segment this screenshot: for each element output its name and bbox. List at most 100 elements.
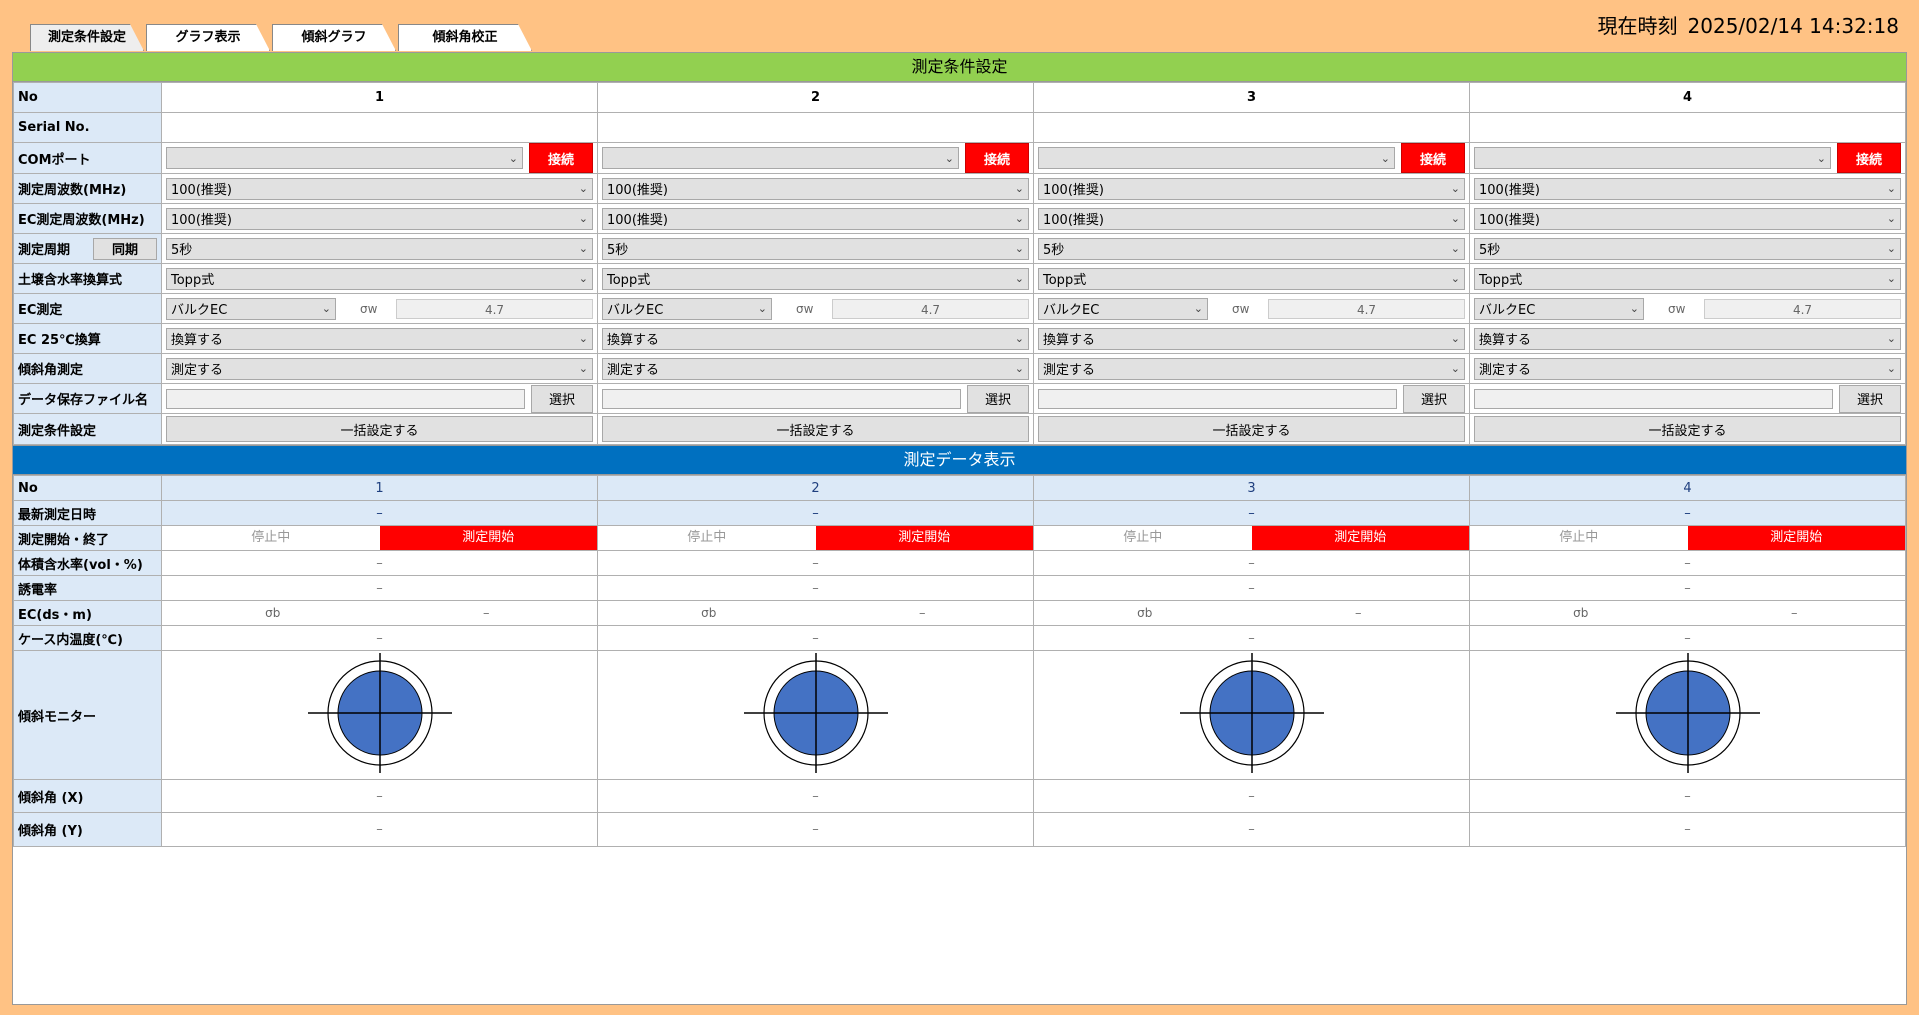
select-file-button[interactable]: 選択 <box>531 384 593 413</box>
ec-frequency-select[interactable]: 100(推奨) ⌄ <box>1474 207 1901 230</box>
frequency-select[interactable]: 100(推奨) ⌄ <box>602 177 1029 200</box>
unit-1-cell: 測定する ⌄ <box>161 353 598 384</box>
unit-3-cell: バルクEC ⌄ σw 4.7 <box>1033 293 1470 324</box>
tilt-y-value: – <box>376 822 383 837</box>
conversion-select[interactable]: Topp式 ⌄ <box>602 267 1029 290</box>
sigma-w-input[interactable]: 4.7 <box>1268 298 1465 319</box>
unit-2-cell <box>597 650 1034 780</box>
frequency-select[interactable]: 100(推奨) ⌄ <box>1038 177 1465 200</box>
chevron-down-icon: ⌄ <box>578 272 588 285</box>
period-select[interactable]: 5秒 ⌄ <box>602 237 1029 260</box>
permittivity-value: – <box>1684 580 1691 596</box>
apply-settings-button[interactable]: 一括設定する <box>602 416 1029 442</box>
sigma-w-input[interactable]: 4.7 <box>832 298 1029 319</box>
unit-1-cell: σb – <box>161 600 598 626</box>
chevron-down-icon: ⌄ <box>1886 182 1896 195</box>
frequency-select[interactable]: 100(推奨) ⌄ <box>166 177 593 200</box>
select-file-button[interactable]: 選択 <box>1403 384 1465 413</box>
start-stop-controls: 停止中 測定開始 <box>163 526 597 550</box>
select-file-button[interactable]: 選択 <box>967 384 1029 413</box>
frequency-select[interactable]: 100(推奨) ⌄ <box>1474 177 1901 200</box>
unit-4-cell: – <box>1469 500 1906 526</box>
conversion-select[interactable]: Topp式 ⌄ <box>1474 267 1901 290</box>
start-measurement-button[interactable]: 測定開始 <box>1687 526 1905 550</box>
row-label: Serial No. <box>13 112 162 143</box>
select-value: Topp式 <box>1479 273 1523 288</box>
ec25-select[interactable]: 換算する ⌄ <box>602 327 1029 350</box>
select-value: 換算する <box>607 333 660 348</box>
file-name-input[interactable] <box>602 388 961 409</box>
file-row: データ保存ファイル名 選択 選択 選択 選択 <box>13 383 1906 414</box>
connect-button[interactable]: 接続 <box>1837 143 1901 173</box>
tilt-label: 傾斜角測定 <box>18 363 84 378</box>
serial-label: Serial No. <box>18 120 90 135</box>
connect-button[interactable]: 接続 <box>1401 143 1465 173</box>
com-port-select[interactable]: ⌄ <box>1038 147 1395 169</box>
period-select[interactable]: 5秒 ⌄ <box>1474 237 1901 260</box>
connect-button[interactable]: 接続 <box>529 143 593 173</box>
ec-mode-select[interactable]: バルクEC ⌄ <box>1474 297 1644 320</box>
apply-settings-button[interactable]: 一括設定する <box>166 416 593 442</box>
unit-4-cell: – <box>1469 550 1906 576</box>
tab-tilt-calibration[interactable]: 傾斜角校正 <box>398 24 532 51</box>
sigma-w-input[interactable]: 4.7 <box>1704 298 1901 319</box>
tab-bar: 測定条件設定 グラフ表示 傾斜グラフ 傾斜角校正 <box>30 24 534 52</box>
row-label: 測定周波数(MHz) <box>13 173 162 204</box>
tilt-y-row: 傾斜角 (Y) – – – – <box>13 812 1906 847</box>
sigma-w-input[interactable]: 4.7 <box>396 298 593 319</box>
ec25-select[interactable]: 換算する ⌄ <box>1474 327 1901 350</box>
sync-button[interactable]: 同期 <box>93 237 157 260</box>
ec-frequency-select[interactable]: 100(推奨) ⌄ <box>166 207 593 230</box>
start-stop-controls: 停止中 測定開始 <box>1471 526 1905 550</box>
com-port-select[interactable]: ⌄ <box>1474 147 1831 169</box>
unit-1-cell: 5秒 ⌄ <box>161 233 598 264</box>
start-measurement-button[interactable]: 測定開始 <box>379 526 597 550</box>
ec-value: – <box>919 605 926 621</box>
tilt-select[interactable]: 測定する ⌄ <box>1474 357 1901 380</box>
tilt-select[interactable]: 測定する ⌄ <box>1038 357 1465 380</box>
row-label: 傾斜モニター <box>13 650 162 780</box>
unit-number: 3 <box>1247 480 1256 496</box>
current-time: 現在時刻 2025/02/14 14:32:18 <box>1598 10 1899 39</box>
ec-mode-select[interactable]: バルクEC ⌄ <box>1038 297 1208 320</box>
com-controls: ⌄ 接続 <box>1038 143 1465 173</box>
period-select[interactable]: 5秒 ⌄ <box>166 237 593 260</box>
unit-2-cell: – <box>597 812 1034 847</box>
ec-mode-select[interactable]: バルクEC ⌄ <box>602 297 772 320</box>
connect-button[interactable]: 接続 <box>965 143 1029 173</box>
unit-4-cell: – <box>1469 575 1906 601</box>
apply-settings-button[interactable]: 一括設定する <box>1038 416 1465 442</box>
row-label: EC(ds・m) <box>13 600 162 626</box>
ec-mode-select[interactable]: バルクEC ⌄ <box>166 297 336 320</box>
tab-measurement-settings[interactable]: 測定条件設定 <box>30 24 144 51</box>
period-row: 測定周期 同期 5秒 ⌄ 5秒 ⌄ 5秒 ⌄ 5秒 ⌄ <box>13 233 1906 264</box>
file-name-input[interactable] <box>1474 388 1833 409</box>
tab-tilt-graph[interactable]: 傾斜グラフ <box>272 24 396 51</box>
tilt-select[interactable]: 測定する ⌄ <box>602 357 1029 380</box>
chevron-down-icon: ⌄ <box>1886 332 1896 345</box>
file-name-input[interactable] <box>166 388 525 409</box>
unit-1-cell: – <box>161 575 598 601</box>
chevron-down-icon: ⌄ <box>1450 272 1460 285</box>
apply-settings-button[interactable]: 一括設定する <box>1474 416 1901 442</box>
period-select[interactable]: 5秒 ⌄ <box>1038 237 1465 260</box>
start-measurement-button[interactable]: 測定開始 <box>1251 526 1469 550</box>
latest-datetime: – <box>376 505 383 521</box>
conversion-select[interactable]: Topp式 ⌄ <box>166 267 593 290</box>
conversion-select[interactable]: Topp式 ⌄ <box>1038 267 1465 290</box>
select-file-button[interactable]: 選択 <box>1839 384 1901 413</box>
tilt-select[interactable]: 測定する ⌄ <box>166 357 593 380</box>
com-port-select[interactable]: ⌄ <box>166 147 523 169</box>
select-value: 100(推奨) <box>1043 213 1104 228</box>
tab-graph-display[interactable]: グラフ表示 <box>146 24 270 51</box>
ec-frequency-select[interactable]: 100(推奨) ⌄ <box>1038 207 1465 230</box>
tab-label: グラフ表示 <box>175 30 241 45</box>
start-measurement-button[interactable]: 測定開始 <box>815 526 1033 550</box>
tilt-monitor-icon <box>307 653 452 773</box>
ec25-select[interactable]: 換算する ⌄ <box>166 327 593 350</box>
file-name-input[interactable] <box>1038 388 1397 409</box>
ec-frequency-select[interactable]: 100(推奨) ⌄ <box>602 207 1029 230</box>
com-port-select[interactable]: ⌄ <box>602 147 959 169</box>
ec-data-label: EC(ds・m) <box>18 607 92 623</box>
ec25-select[interactable]: 換算する ⌄ <box>1038 327 1465 350</box>
